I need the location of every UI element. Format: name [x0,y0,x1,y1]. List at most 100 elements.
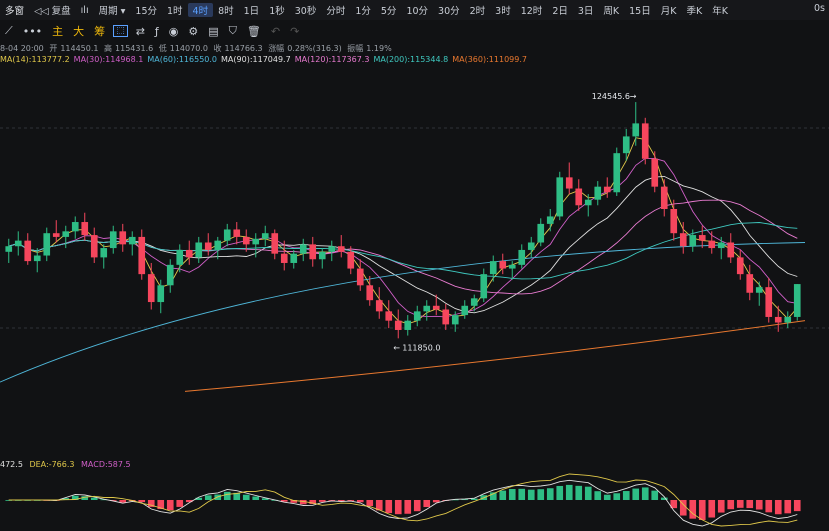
period-item[interactable]: 月K [656,3,682,17]
ohlc-change: 0.28%(316.3) [287,44,342,53]
candle-body [318,251,326,260]
indicator-big[interactable]: 大 [68,23,89,39]
settings-icon[interactable]: ⚙ [183,25,203,38]
candle-body [147,274,155,303]
candle-body [765,287,773,317]
period-item[interactable]: 2日 [547,3,573,17]
period-item[interactable]: 30分 [433,3,465,17]
period-item[interactable]: 分时 [321,3,350,17]
trash-icon[interactable]: 🗑 [242,25,266,38]
candle-body [394,320,402,330]
ma-legend-item: MA(200):115344.8 [373,55,449,64]
indicator-main[interactable]: 主 [47,23,68,39]
candle-body [185,249,193,258]
period-item[interactable]: 1秒 [264,3,290,17]
candle-body [271,233,279,254]
period-item[interactable]: 10分 [401,3,433,17]
period-item[interactable]: 1分 [350,3,376,17]
candle-body [546,216,554,224]
period-toolbar: 多窗 ◁◁ 复盘 ılı 周期 ▾ 15分 1时 4时 8时 1日 1秒 30秒 分时 1分 5分… [0,0,829,20]
macd-bar [366,500,374,507]
candle-body [603,186,611,193]
low-price-label: 111850.0 [402,343,440,352]
ohlc-amp-label: 振幅 [347,44,364,53]
moving-average-lines [0,137,806,392]
period-item[interactable]: 5分 [376,3,402,17]
macd-bar [708,500,716,518]
candle-body [689,235,697,247]
chart-type-icon[interactable]: ılı [76,5,94,16]
macd-bar [765,500,773,513]
undo-icon[interactable]: ↶ [266,25,285,38]
filter-icon[interactable]: ⛉ [224,24,242,38]
candle-body [280,253,288,263]
candle-body [299,244,307,254]
ohlc-readout: 8-04 20:00 开 114450.1 高 115431.6 低 114070.0… [0,43,395,54]
period-items: 15分 1时 4时 8时 1日 1秒 30秒 分时 1分 5分 10分 30分 2时 3时 12时 2日 3日周… [130,3,733,17]
period-item[interactable]: 1日 [239,3,265,17]
period-item[interactable]: 8时 [213,3,239,17]
candle-body [385,311,393,321]
candle-body [698,235,706,241]
candle-body [565,177,573,189]
macd-bar [575,485,583,500]
compare-icon[interactable]: ⇄ [131,25,150,38]
period-item[interactable]: 1时 [162,3,188,17]
ma-legend-item: MA(14):113777.2 [0,55,70,64]
redo-icon[interactable]: ↷ [285,25,304,38]
macd-bar [90,497,98,500]
period-item[interactable]: 季K [681,3,707,17]
period-dropdown[interactable]: 周期 ▾ [94,3,131,17]
macd-bar [413,500,421,512]
candle-body [660,186,668,209]
macd-bar [784,500,792,514]
period-item[interactable]: 15分 [130,3,162,17]
select-tool-icon[interactable]: ⬚ [113,25,128,37]
macd-histogram [5,473,801,527]
candle-body [375,300,383,312]
candle-body [5,246,13,252]
price-chart[interactable]: 124545.6 ← 111850.0 → [0,0,829,531]
period-item[interactable]: 3日 [573,3,599,17]
candle-body [622,136,630,154]
candle-body [632,123,640,137]
macd-bar [176,500,184,507]
macd-bar [641,487,649,500]
period-item[interactable]: 15日 [624,3,656,17]
indicator-icon[interactable]: ƒ [150,25,164,38]
candle-body [109,231,117,249]
period-item[interactable]: 周K [598,3,624,17]
candle-body [432,305,440,310]
period-item[interactable]: 30秒 [290,3,322,17]
candle-body [651,158,659,187]
period-item[interactable]: 年K [707,3,733,17]
layout-icon[interactable]: ▤ [203,25,223,38]
macd-bar [242,494,250,500]
period-item[interactable]: 3时 [490,3,516,17]
candle-body [793,284,801,317]
ohlc-close: 114766.3 [224,44,263,53]
line-tool-icon[interactable]: ⟋ [0,24,18,38]
period-item[interactable]: 4时 [187,3,214,17]
candle-body [727,242,735,258]
replay-label: 复盘 [51,6,71,17]
camera-icon[interactable]: ◉ [164,25,184,38]
replay-button[interactable]: ◁◁ 复盘 [29,3,76,17]
indicator-chips[interactable]: 筹 [89,23,110,39]
macd-bar [518,488,526,500]
macd-bar [537,489,545,500]
candle-body [489,261,497,275]
candle-body [24,240,32,262]
multi-window-button[interactable]: 多窗 [0,3,29,17]
period-item[interactable]: 2时 [465,3,491,17]
macd-bar [223,491,231,500]
ohlc-change-label: 涨幅 [268,44,285,53]
macd-bar [404,500,412,514]
period-item[interactable]: 12时 [516,3,548,17]
candle-body [309,244,317,260]
more-tools-icon[interactable]: ••• [18,25,47,38]
macd-bar [689,500,697,519]
macd-bar [565,484,573,500]
ma360-line [184,320,806,392]
candle-body [328,246,336,252]
